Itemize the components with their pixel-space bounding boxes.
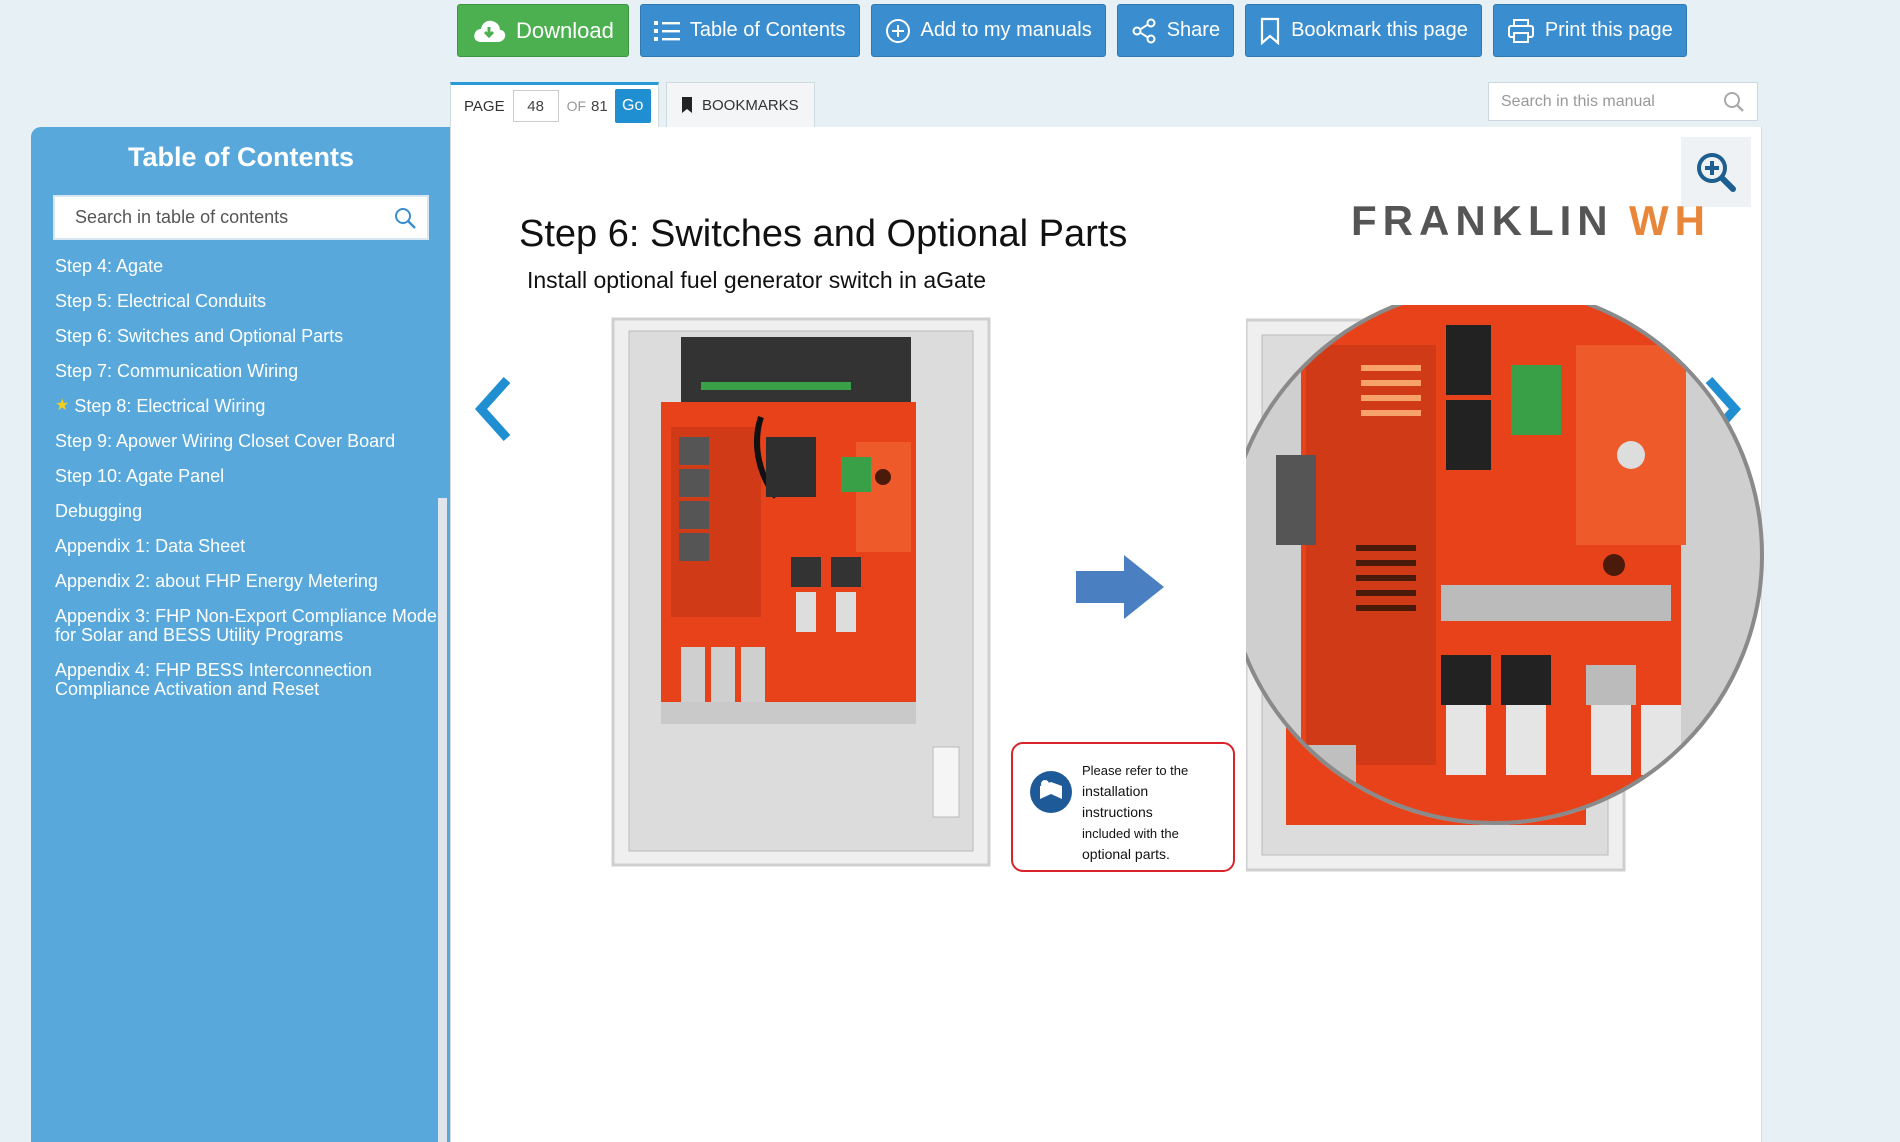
download-label: Download [516, 17, 614, 43]
plus-circle-icon [885, 18, 910, 43]
page-subtitle: Install optional fuel generator switch i… [527, 267, 986, 293]
search-manual-placeholder: Search in this manual [1501, 92, 1655, 110]
toc-item-appendix-2[interactable]: Appendix 2: about FHP Energy Metering [55, 572, 445, 590]
share-button[interactable]: Share [1116, 4, 1235, 57]
agate-panel-zoomed-illustration [1246, 305, 1764, 872]
toc-item-label: Step 8: Electrical Wiring [74, 396, 266, 416]
star-icon: ★ [55, 397, 70, 414]
toc-item-label: Appendix 4: FHP BESS Interconnection Com… [55, 660, 372, 699]
toc-item-label: Debugging [55, 501, 143, 521]
toc-item-label: Appendix 1: Data Sheet [55, 536, 246, 556]
note-line: Please refer to the [1082, 763, 1189, 778]
print-label: Print this page [1544, 19, 1673, 41]
toc-label: Table of Contents [689, 19, 846, 41]
share-label: Share [1166, 19, 1221, 41]
toc-search-input[interactable]: Search in table of contents [53, 195, 429, 240]
toc-scrollbar[interactable] [438, 498, 447, 1142]
bookmark-page-button[interactable]: Bookmark this page [1245, 4, 1482, 57]
page-number-input[interactable]: 48 [512, 90, 559, 122]
toc-item-label: Step 10: Agate Panel [55, 466, 225, 486]
toc-item-appendix-1[interactable]: Appendix 1: Data Sheet [55, 537, 445, 555]
transition-arrow-icon [1076, 555, 1164, 619]
table-of-contents-button[interactable]: Table of Contents [639, 4, 860, 57]
page-label: PAGE [464, 97, 505, 115]
manual-reference-icon [1030, 771, 1072, 813]
toc-item-step-10[interactable]: Step 10: Agate Panel [55, 467, 445, 485]
add-label: Add to my manuals [920, 19, 1092, 41]
note-text: Please refer to the installation instruc… [1082, 760, 1222, 865]
search-manual-input[interactable]: Search in this manual [1488, 82, 1758, 121]
go-button[interactable]: Go [614, 89, 651, 123]
bookmark-label: Bookmark this page [1291, 19, 1468, 41]
toolbar: Download Table of Contents Add to my man… [457, 4, 1687, 57]
search-icon[interactable] [393, 206, 417, 230]
list-icon [653, 20, 680, 41]
toc-item-step-5[interactable]: Step 5: Electrical Conduits [55, 292, 445, 310]
toc-item-label: Step 7: Communication Wiring [55, 361, 299, 381]
brand-logo: FRANKLIN WH [1351, 195, 1721, 250]
note-line: installation [1082, 783, 1149, 799]
document-viewer: Step 6: Switches and Optional Parts Inst… [450, 127, 1764, 1142]
page-total: 81 [591, 97, 608, 115]
svg-text:WH: WH [1629, 197, 1711, 244]
toc-item-step-4[interactable]: Step 4: Agate [55, 257, 445, 275]
search-icon[interactable] [1723, 91, 1745, 113]
toc-item-appendix-3[interactable]: Appendix 3: FHP Non-Export Compliance Mo… [55, 607, 445, 645]
toc-item-step-9[interactable]: Step 9: Apower Wiring Closet Cover Board [55, 432, 445, 450]
note-line: optional parts. [1082, 846, 1170, 862]
tab-bookmarks[interactable]: BOOKMARKS [666, 82, 815, 127]
toc-list: Step 4: Agate Step 5: Electrical Conduit… [55, 257, 445, 716]
toc-item-step-6[interactable]: Step 6: Switches and Optional Parts [55, 327, 445, 345]
print-page-button[interactable]: Print this page [1492, 4, 1687, 57]
svg-text:FRANKLIN: FRANKLIN [1351, 197, 1614, 244]
bookmarks-tab-label: BOOKMARKS [702, 96, 799, 114]
of-label: OF [566, 98, 587, 114]
toc-item-label: Step 4: Agate [55, 256, 164, 276]
agate-panel-illustration [611, 317, 991, 867]
share-icon [1132, 18, 1156, 43]
printer-icon [1507, 18, 1534, 43]
installation-note: Please refer to the installation instruc… [1011, 742, 1235, 872]
toc-item-label: Step 5: Electrical Conduits [55, 291, 267, 311]
download-button[interactable]: Download [457, 4, 629, 57]
note-line: included with the [1082, 826, 1179, 841]
bookmark-icon [1260, 17, 1280, 45]
toc-item-step-7[interactable]: Step 7: Communication Wiring [55, 362, 445, 380]
add-to-manuals-button[interactable]: Add to my manuals [870, 4, 1106, 57]
toc-item-label: Appendix 2: about FHP Energy Metering [55, 571, 378, 591]
toc-item-label: Step 6: Switches and Optional Parts [55, 326, 344, 346]
cloud-download-icon [474, 20, 506, 42]
toc-item-step-8[interactable]: ★ Step 8: Electrical Wiring [55, 397, 445, 415]
toc-title: Table of Contents [128, 142, 354, 172]
toc-item-appendix-4[interactable]: Appendix 4: FHP BESS Interconnection Com… [55, 661, 445, 699]
toc-item-label: Appendix 3: FHP Non-Export Compliance Mo… [55, 606, 437, 645]
toc-sidebar: Table of Contents Search in table of con… [31, 127, 451, 1142]
previous-page-arrow-icon[interactable] [469, 374, 519, 444]
note-line: instructions [1082, 804, 1153, 820]
toc-item-label: Step 9: Apower Wiring Closet Cover Board [55, 431, 396, 451]
page-navigator: PAGE 48 OF 81 Go [450, 82, 659, 127]
page-title: Step 6: Switches and Optional Parts [519, 213, 1128, 255]
toc-item-debugging[interactable]: Debugging [55, 502, 445, 520]
bookmark-icon [682, 97, 692, 113]
zoom-in-icon [1697, 153, 1736, 192]
toc-search-placeholder: Search in table of contents [75, 207, 289, 227]
